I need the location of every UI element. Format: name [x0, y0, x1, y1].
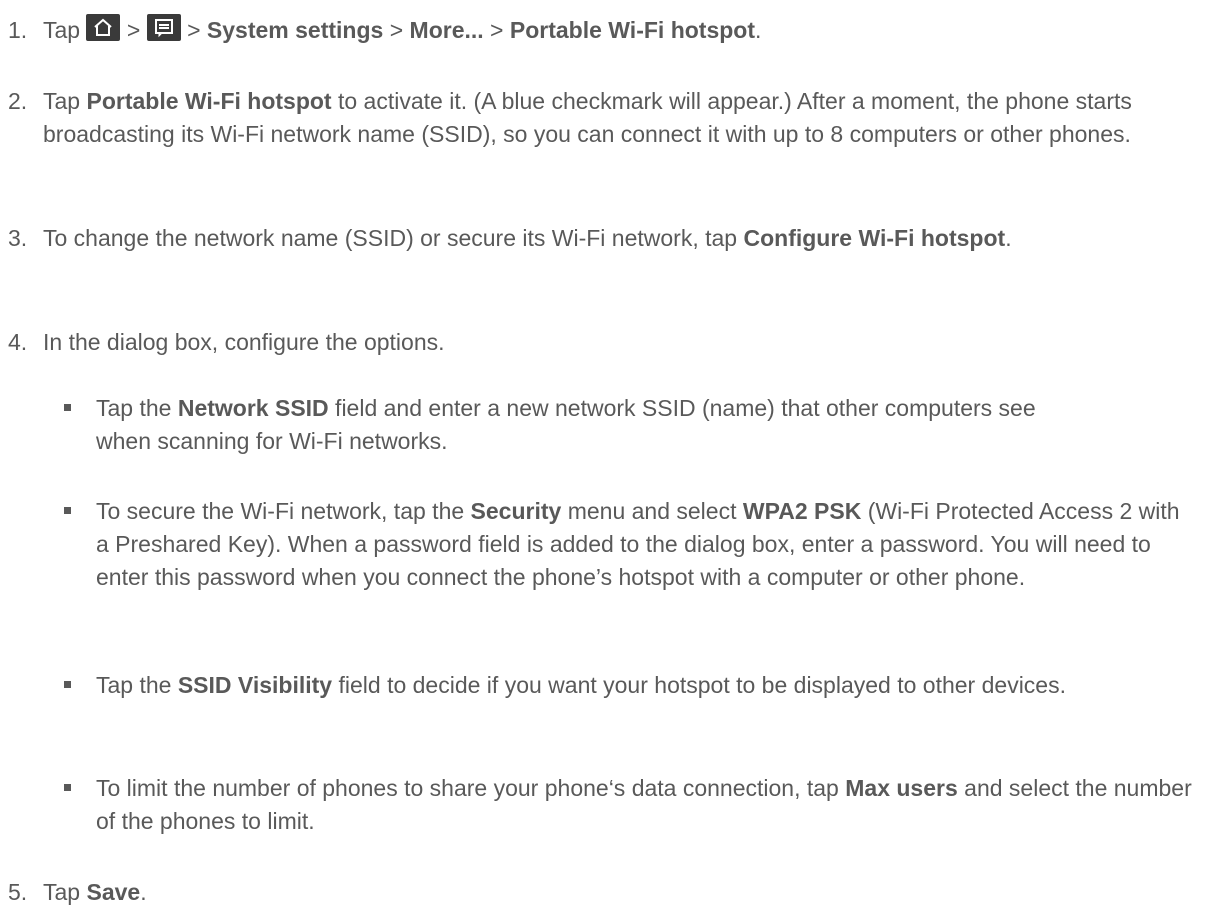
step-text: Tap Portable Wi-Fi hotspot to activate i…: [43, 88, 1132, 147]
bullet-icon: [64, 681, 71, 688]
step-text: Tap > > System settings > More... > Port…: [43, 14, 1200, 47]
sub-step-text: To limit the number of phones to share y…: [96, 775, 1192, 834]
step-number: 4.: [8, 329, 28, 355]
step-number: 1.: [8, 17, 28, 43]
step-number: 3.: [8, 225, 28, 251]
instruction-page: 1. Tap > > System settings > More... > P…: [0, 0, 1219, 918]
step-number: 2.: [8, 88, 28, 114]
sub-step-text: To secure the Wi-Fi network, tap the Sec…: [96, 498, 1180, 590]
menu-icon: [146, 14, 181, 41]
sub-step-text: Tap the SSID Visibility field to decide …: [96, 672, 1066, 698]
home-icon: [86, 14, 121, 41]
step-number: 5.: [8, 879, 28, 905]
step-text: Tap Save.: [43, 879, 147, 905]
step-text: To change the network name (SSID) or sec…: [43, 225, 1012, 251]
bullet-icon: [64, 404, 71, 411]
sub-step-text: Tap the Network SSID field and enter a n…: [96, 395, 1036, 454]
bullet-icon: [64, 507, 71, 514]
bullet-icon: [64, 784, 71, 791]
step-text: In the dialog box, configure the options…: [43, 329, 445, 355]
